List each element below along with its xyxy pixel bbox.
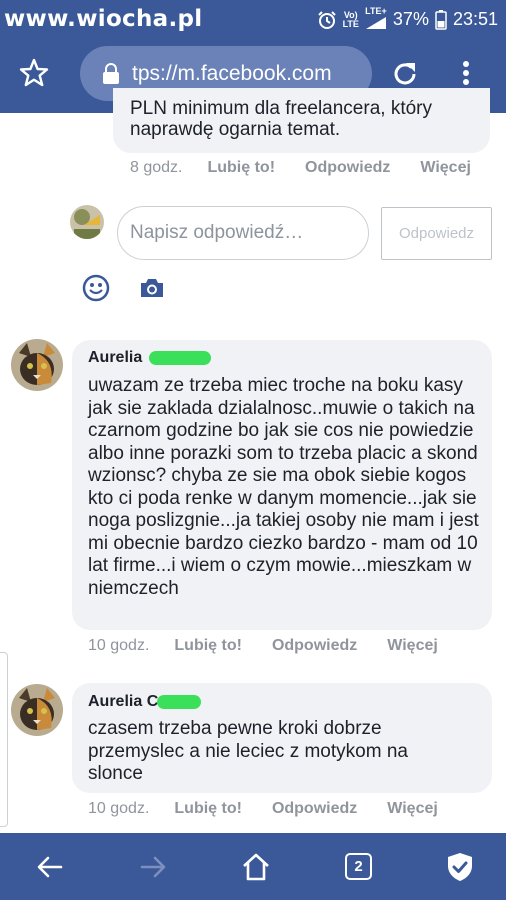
signal-icon (365, 17, 386, 29)
tabs-button[interactable]: 2 (345, 853, 372, 880)
reply-link[interactable]: Odpowiedz (272, 637, 357, 655)
shield-check-icon[interactable] (444, 851, 476, 883)
battery-icon (435, 9, 447, 30)
lte-label: LTE+ (365, 6, 387, 16)
comment-author[interactable]: Aurelia C (88, 693, 158, 710)
like-link[interactable]: Lubię to! (174, 800, 242, 818)
comment-meta-partial: 8 godz. Lubię to! Odpowiedz Więcej (130, 159, 501, 177)
lock-icon (103, 62, 119, 84)
reply-link[interactable]: Odpowiedz (305, 159, 390, 177)
comment-timestamp: 10 godz. (88, 637, 150, 654)
camera-icon[interactable] (139, 277, 165, 299)
comment-author-row: Aurelia C (88, 693, 201, 711)
comment-text: naprawdę ogarnia temat. (130, 119, 341, 140)
volte-sub-label: LTE (342, 18, 359, 29)
status-icons: Vo) LTE LTE+ 37% 23:51 (317, 7, 498, 32)
forward-arrow-icon[interactable] (137, 851, 169, 883)
bookmark-star-icon[interactable] (18, 57, 50, 89)
comment-timestamp: 8 godz. (130, 159, 183, 176)
emoji-icon[interactable] (82, 274, 110, 302)
bottom-navigation-bar: 2 (0, 833, 506, 900)
volte-indicator: Vo) LTE (342, 10, 359, 29)
alarm-icon (317, 10, 337, 30)
comment-meta: 10 godz. Lubię to! Odpowiedz Więcej (88, 800, 468, 818)
comment-author-row: Aurelia (88, 349, 211, 367)
tabs-count: 2 (354, 858, 363, 875)
more-menu-icon[interactable] (450, 57, 482, 89)
clock: 23:51 (452, 9, 498, 29)
reply-submit-button[interactable]: Odpowiedz (381, 207, 492, 260)
comment-text: czasem trzeba pewne kroki dobrze przemys… (88, 718, 408, 784)
reply-link[interactable]: Odpowiedz (272, 800, 357, 818)
like-link[interactable]: Lubię to! (174, 637, 242, 655)
watermark: www.wiocha.pl (4, 6, 203, 32)
redaction-scribble (148, 350, 211, 365)
reply-placeholder: Napisz odpowiedź… (130, 222, 304, 243)
comment-partial-line: PLN minimum dla freelancera, który (130, 98, 432, 119)
battery-percent: 37% (392, 9, 429, 29)
comment-meta: 10 godz. Lubię to! Odpowiedz Więcej (88, 637, 468, 655)
comment-timestamp: 10 godz. (88, 800, 150, 817)
avatar[interactable] (11, 684, 63, 736)
comment-bubble-partial: PLN minimum dla freelancera, który napra… (113, 88, 490, 153)
redaction-scribble (156, 694, 201, 709)
lte-indicator: LTE+ (365, 7, 387, 32)
my-avatar (70, 205, 104, 239)
more-link[interactable]: Więcej (420, 159, 471, 177)
reply-input[interactable]: Napisz odpowiedź… (117, 206, 369, 260)
reload-icon[interactable] (389, 58, 421, 90)
comment-author[interactable]: Aurelia (88, 349, 142, 366)
avatar[interactable] (11, 339, 63, 391)
comment-text: uwazam ze trzeba miec troche na boku kas… (88, 375, 479, 599)
url-text: tps://m.facebook.com (132, 61, 332, 85)
more-link[interactable]: Więcej (387, 637, 438, 655)
scroll-edge-handle[interactable] (0, 652, 8, 827)
comment-bubble: Aurelia uwazam ze trzeba miec troche na … (72, 340, 492, 630)
status-bar: www.wiocha.pl Vo) LTE LTE+ 37% 23:51 (0, 0, 506, 36)
back-arrow-icon[interactable] (34, 851, 66, 883)
more-link[interactable]: Więcej (387, 800, 438, 818)
like-link[interactable]: Lubię to! (207, 159, 275, 177)
comment-bubble: Aurelia C czasem trzeba pewne kroki dobr… (72, 683, 492, 793)
home-icon[interactable] (240, 851, 272, 883)
